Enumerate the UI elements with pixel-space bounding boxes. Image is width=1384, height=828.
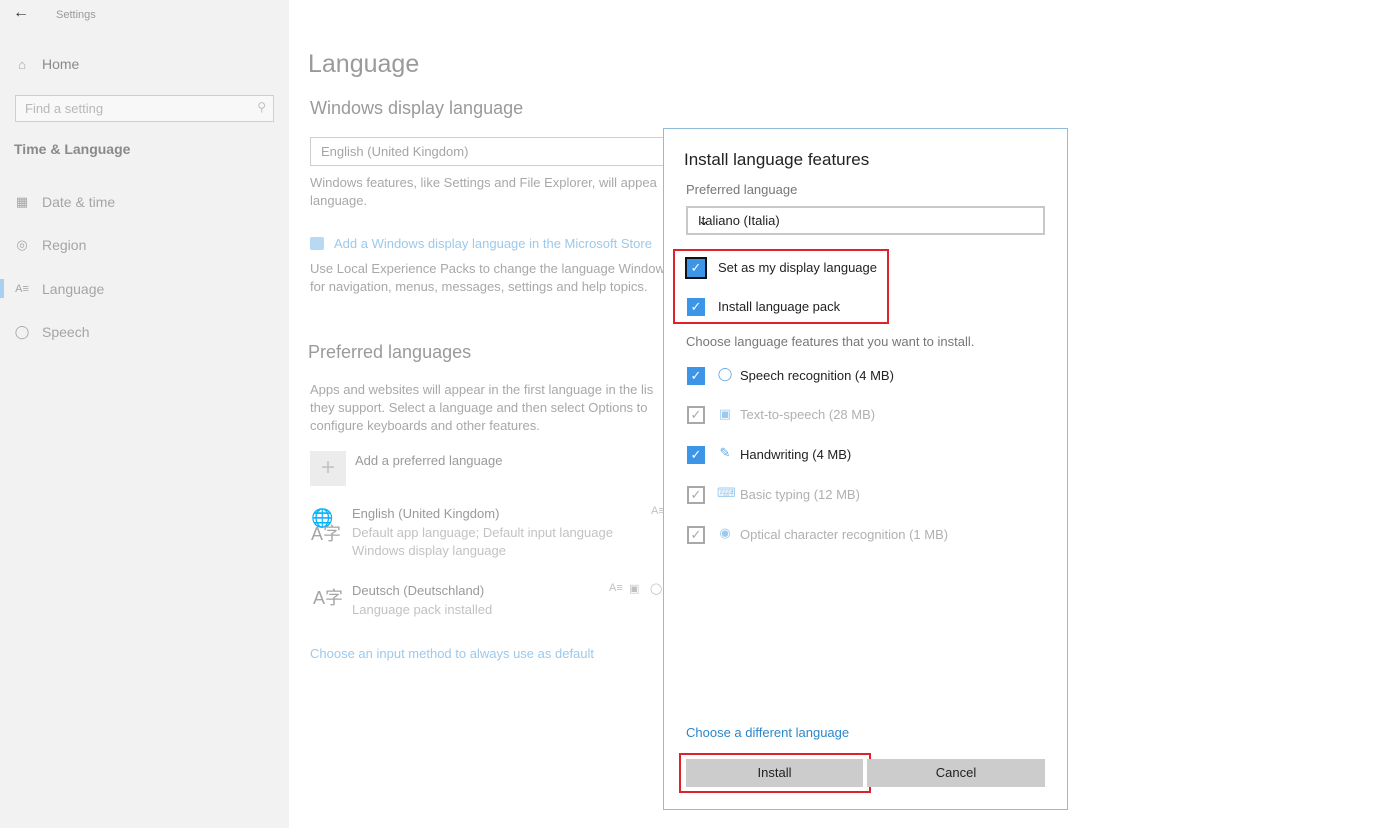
- sidebar-item-label: Speech: [42, 324, 90, 340]
- preferred-desc-1: Apps and websites will appear in the fir…: [310, 382, 654, 397]
- language-item-sub: Language pack installed: [352, 602, 493, 617]
- install-language-dialog: Install language features Preferred lang…: [663, 128, 1068, 810]
- language-pack-checkbox-label[interactable]: Install language pack: [718, 299, 840, 314]
- language-globe-icon: 🌐 A字: [311, 508, 342, 544]
- ocr-camera-icon: ◉: [719, 525, 731, 540]
- chevron-down-icon: ⌄: [698, 213, 709, 228]
- sidebar-item-date-time[interactable]: ▦ Date & time: [14, 194, 115, 210]
- lxp-desc-2: for navigation, menus, messages, setting…: [310, 279, 648, 294]
- pen-icon: ✎: [719, 445, 731, 460]
- store-link[interactable]: Add a Windows display language in the Mi…: [310, 236, 652, 251]
- search-placeholder: Find a setting: [25, 101, 104, 116]
- search-icon: ⚲: [257, 100, 266, 114]
- language-icon: A≡: [15, 283, 29, 295]
- sidebar-item-label: Region: [42, 237, 87, 253]
- back-arrow-icon[interactable]: ←: [13, 4, 29, 22]
- app-title: Settings: [56, 9, 96, 21]
- display-language-desc-2: language.: [310, 193, 368, 208]
- choose-different-language-link[interactable]: Choose a different language: [686, 725, 849, 740]
- store-link-label: Add a Windows display language in the Mi…: [334, 236, 652, 251]
- language-item-sub: Default app language; Default input lang…: [352, 525, 613, 540]
- page-title: Language: [308, 50, 420, 78]
- features-hint: Choose language features that you want t…: [686, 334, 975, 349]
- lxp-desc-1: Use Local Experience Packs to change the…: [310, 261, 665, 276]
- add-language-button[interactable]: +: [310, 451, 346, 486]
- sidebar-item-region[interactable]: ◎ Region: [14, 237, 86, 253]
- section-title: Time & Language: [14, 141, 131, 157]
- feature-label[interactable]: Speech recognition (4 MB): [740, 368, 894, 383]
- handwriting-checkbox[interactable]: ✓: [687, 446, 705, 464]
- language-pack-checkbox[interactable]: ✓: [687, 298, 705, 316]
- add-language-label[interactable]: Add a preferred language: [355, 453, 502, 468]
- search-input[interactable]: Find a setting ⚲: [15, 95, 274, 122]
- microphone-icon: ◯: [14, 324, 30, 339]
- display-language-checkbox[interactable]: ✓: [685, 257, 707, 279]
- speech-recognition-checkbox[interactable]: ✓: [687, 367, 705, 385]
- sidebar-item-home[interactable]: ⌂ Home: [14, 56, 79, 72]
- speech-bubble-icon: ▣: [629, 583, 640, 595]
- display-language-select[interactable]: English (United Kingdom): [310, 137, 690, 166]
- preferred-desc-3: configure keyboards and other features.: [310, 418, 540, 433]
- sidebar-item-label: Date & time: [42, 194, 116, 210]
- active-indicator: [0, 279, 4, 298]
- display-language-checkbox-label[interactable]: Set as my display language: [718, 260, 877, 275]
- ocr-checkbox: ✓: [687, 526, 705, 544]
- preferred-language-label: Preferred language: [686, 182, 798, 197]
- store-icon: [310, 237, 324, 250]
- language-icon: A字: [313, 588, 344, 608]
- basic-typing-checkbox: ✓: [687, 486, 705, 504]
- speech-bubble-icon: ▣: [718, 406, 732, 421]
- preferred-languages-heading: Preferred languages: [308, 342, 472, 362]
- install-button[interactable]: Install: [686, 759, 863, 787]
- display-language-value: English (United Kingdom): [321, 144, 469, 159]
- home-icon: ⌂: [18, 56, 26, 72]
- microphone-icon: ◯: [650, 583, 663, 595]
- preferred-language-select[interactable]: Italiano (Italia) ⌄: [686, 206, 1045, 235]
- calendar-clock-icon: ▦: [15, 194, 29, 209]
- globe-icon: ◎: [16, 237, 28, 252]
- language-item-name[interactable]: English (United Kingdom): [352, 506, 499, 521]
- feature-label[interactable]: Handwriting (4 MB): [740, 447, 851, 462]
- language-item-name[interactable]: Deutsch (Deutschland): [352, 583, 484, 598]
- display-language-heading: Windows display language: [310, 98, 524, 118]
- sidebar-item-language[interactable]: A≡ Language: [14, 281, 104, 297]
- sidebar-item-label: Language: [42, 281, 105, 297]
- sidebar-item-label: Home: [42, 56, 80, 72]
- language-item-sub: Windows display language: [352, 543, 506, 558]
- feature-label: Optical character recognition (1 MB): [740, 527, 949, 542]
- dialog-title: Install language features: [684, 150, 870, 169]
- input-method-link[interactable]: Choose an input method to always use as …: [310, 646, 594, 661]
- sidebar-item-speech[interactable]: ◯ Speech: [14, 324, 90, 340]
- sidebar: ← Settings ⌂ Home Find a setting ⚲ Time …: [0, 0, 289, 828]
- preferred-desc-2: they support. Select a language and then…: [310, 400, 648, 415]
- display-language-desc-1: Windows features, like Settings and File…: [310, 175, 657, 190]
- feature-label: Text-to-speech (28 MB): [740, 407, 876, 422]
- microphone-icon: ◯: [717, 366, 733, 381]
- keyboard-icon: ⌨: [717, 485, 736, 500]
- feature-label: Basic typing (12 MB): [740, 487, 860, 502]
- display-language-feature-icon: A≡: [609, 582, 623, 594]
- cancel-button[interactable]: Cancel: [867, 759, 1045, 787]
- text-to-speech-checkbox: ✓: [687, 406, 705, 424]
